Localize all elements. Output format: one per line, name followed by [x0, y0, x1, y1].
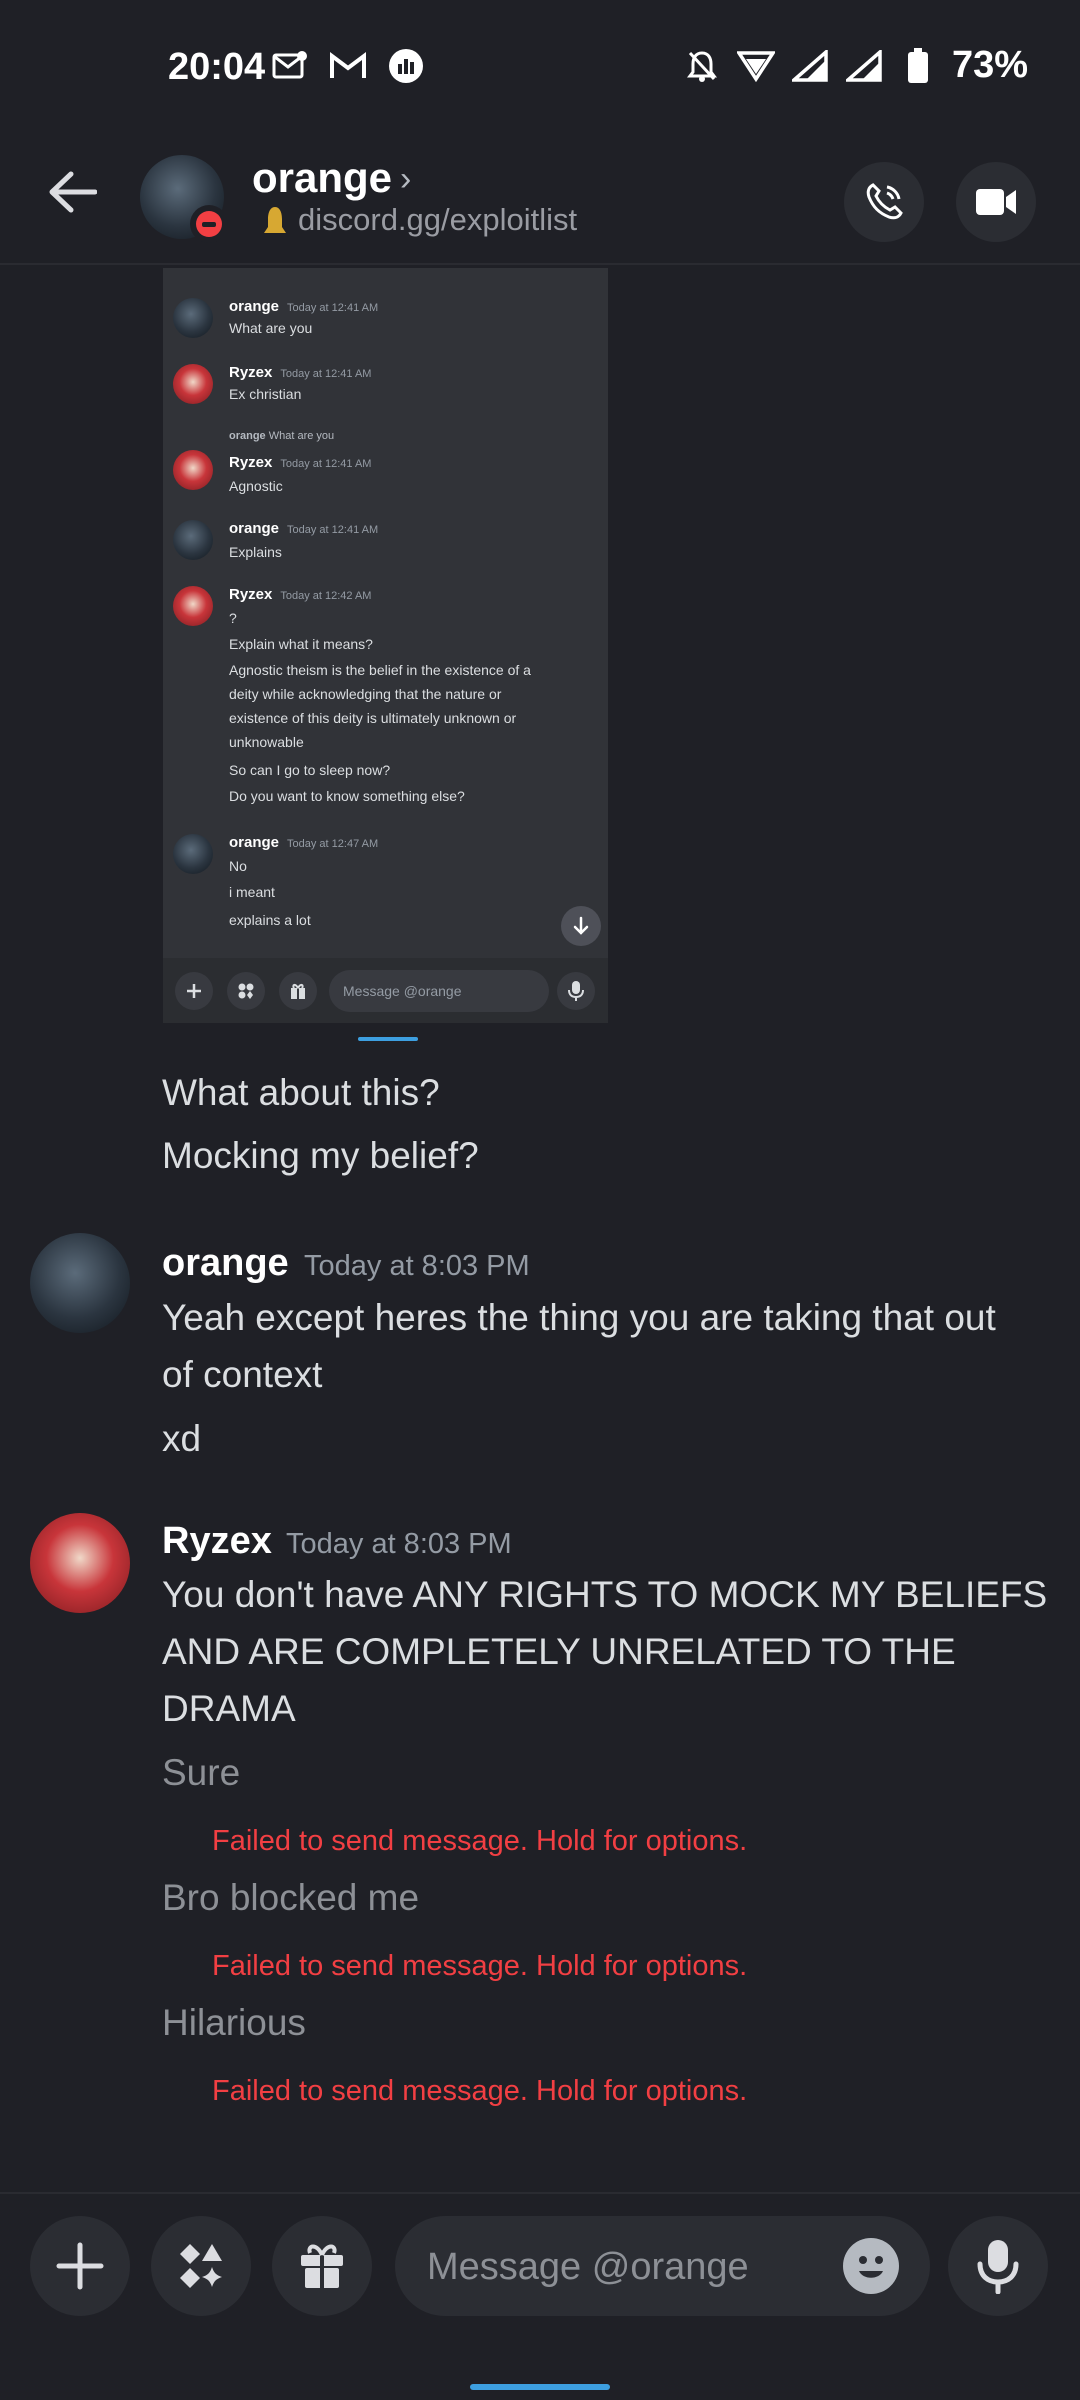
arrow-left-icon: [49, 171, 97, 213]
avatar: [173, 298, 213, 338]
status-emoji-icon: [264, 207, 286, 233]
embedded-message-line: i meant: [229, 884, 275, 900]
embedded-author: Ryzex Today at 12:41 AM: [229, 364, 372, 381]
dnd-status-icon: [190, 205, 228, 243]
failed-message-text[interactable]: Bro blocked me: [162, 1877, 419, 1919]
emoji-button[interactable]: [843, 2238, 899, 2294]
message-timestamp: Today at 8:03 PM: [304, 1250, 530, 1282]
back-button[interactable]: [40, 160, 104, 224]
failed-message-text[interactable]: Hilarious: [162, 2002, 306, 2044]
silent-bell-icon: [682, 48, 722, 84]
status-time: 20:04: [168, 46, 266, 88]
message-input-placeholder: Message @orange: [427, 2246, 749, 2288]
avatar: [173, 450, 213, 490]
failed-send-notice[interactable]: Failed to send message. Hold for options…: [212, 1950, 747, 1983]
gift-icon: [301, 2244, 343, 2288]
avatar: [173, 834, 213, 874]
embedded-message-line: ?: [229, 610, 237, 626]
notification-icons: [270, 48, 426, 84]
embedded-message-line: What are you: [229, 320, 313, 336]
battery-icon: [898, 47, 938, 84]
embedded-author: orange Today at 12:47 AM: [229, 834, 379, 851]
avatar[interactable]: [30, 1513, 130, 1613]
video-camera-icon: [976, 189, 1016, 215]
message-text[interactable]: DRAMA: [162, 1688, 296, 1730]
chevron-right-icon[interactable]: ›: [400, 160, 411, 199]
embedded-message-input: Message @orange: [329, 970, 549, 1012]
message-input[interactable]: Message @orange: [395, 2216, 930, 2316]
message-text[interactable]: Mocking my belief?: [162, 1135, 479, 1177]
apps-icon: [180, 2244, 222, 2288]
message-author[interactable]: orange: [162, 1242, 289, 1285]
embedded-message-line: unknowable: [229, 734, 304, 750]
voice-message-button[interactable]: [948, 2216, 1048, 2316]
embedded-message-line: Agnostic theism is the belief in the exi…: [229, 662, 531, 678]
gift-button[interactable]: [272, 2216, 372, 2316]
mail-notification-icon: [270, 48, 310, 84]
embedded-message-line: existence of this deity is ultimately un…: [229, 710, 517, 726]
embedded-message-line: explains a lot: [229, 912, 311, 928]
battery-percent: 73%: [951, 44, 1028, 86]
embedded-reply-preview: orange What are you: [229, 430, 335, 442]
embedded-message-line: Agnostic: [229, 478, 283, 494]
embedded-author: Ryzex Today at 12:42 AM: [229, 586, 372, 603]
plus-icon: [56, 2242, 104, 2290]
avatar[interactable]: [30, 1233, 130, 1333]
embedded-author: orange Today at 12:41 AM: [229, 298, 379, 315]
wifi-icon: [736, 48, 776, 84]
embedded-message-line: Ex christian: [229, 386, 302, 402]
custom-status-text: discord.gg/exploitlist: [298, 202, 578, 237]
gmail-icon: [328, 48, 368, 84]
navigation-handle[interactable]: [470, 2384, 610, 2390]
custom-status: discord.gg/exploitlist: [262, 202, 577, 238]
message-author[interactable]: Ryzex: [162, 1520, 272, 1563]
avatar: [173, 586, 213, 626]
avatar: [173, 520, 213, 560]
avatar: [173, 364, 213, 404]
embedded-message-line: deity while acknowledging that the natur…: [229, 686, 502, 702]
channel-title[interactable]: orange: [252, 154, 392, 202]
failed-send-notice[interactable]: Failed to send message. Hold for options…: [212, 2075, 747, 2108]
phone-icon: [866, 183, 903, 220]
embedded-message-line: Explain what it means?: [229, 636, 373, 652]
message-text[interactable]: What about this?: [162, 1072, 440, 1114]
embedded-author: orange Today at 12:41 AM: [229, 520, 379, 537]
embedded-author: Ryzex Today at 12:41 AM: [229, 454, 372, 471]
embedded-message-line: Do you want to know something else?: [229, 788, 465, 804]
message-text[interactable]: AND ARE COMPLETELY UNRELATED TO THE: [162, 1631, 956, 1673]
embedded-composer: Message @orange: [163, 958, 608, 1023]
embedded-message-line: Explains: [229, 544, 282, 560]
video-call-button[interactable]: [956, 162, 1036, 242]
plus-icon: [175, 972, 213, 1010]
app-notification-icon: [386, 48, 426, 84]
microphone-icon: [977, 2240, 1019, 2294]
message-text[interactable]: Yeah except heres the thing you are taki…: [162, 1297, 996, 1339]
message-text[interactable]: You don't have ANY RIGHTS TO MOCK MY BEL…: [162, 1574, 1047, 1616]
image-indicator: [358, 1037, 418, 1041]
system-icons: 73%: [682, 44, 1028, 87]
composer-divider: [0, 2192, 1080, 2194]
microphone-icon: [557, 972, 595, 1010]
attached-screenshot[interactable]: orange Today at 12:41 AM What are you Ryz…: [163, 268, 608, 1023]
add-attachment-button[interactable]: [30, 2216, 130, 2316]
failed-send-notice[interactable]: Failed to send message. Hold for options…: [212, 1825, 747, 1858]
message-text[interactable]: xd: [162, 1418, 201, 1460]
signal-icon-2: [844, 48, 884, 84]
gift-icon: [279, 972, 317, 1010]
apps-icon: [227, 972, 265, 1010]
message-timestamp: Today at 8:03 PM: [286, 1528, 512, 1560]
embedded-message-line: No: [229, 858, 247, 874]
signal-icon: [790, 48, 830, 84]
failed-message-text[interactable]: Sure: [162, 1752, 240, 1794]
arrow-down-icon: [561, 906, 601, 946]
status-bar: 20:04 73%: [0, 0, 1080, 130]
smile-icon: [859, 2256, 883, 2278]
voice-call-button[interactable]: [844, 162, 924, 242]
message-text[interactable]: of context: [162, 1354, 322, 1396]
embedded-message-line: So can I go to sleep now?: [229, 762, 391, 778]
apps-button[interactable]: [151, 2216, 251, 2316]
chat-header: orange › discord.gg/exploitlist: [0, 130, 1080, 265]
